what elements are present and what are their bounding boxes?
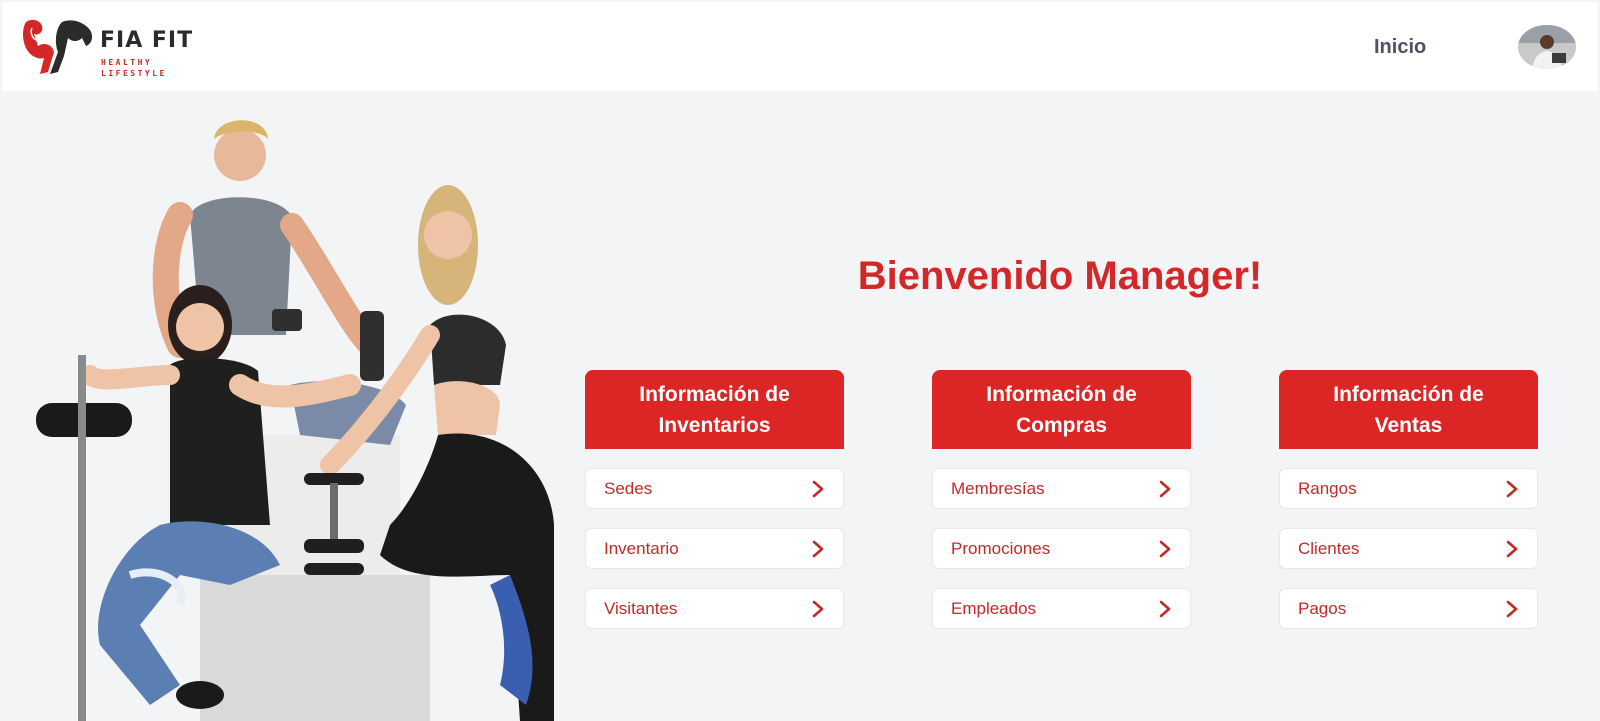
link-label: Empleados <box>951 598 1037 618</box>
brand-tagline-line1: HEALTHY <box>101 58 153 67</box>
brand-tagline: HEALTHY LIFESTYLE <box>101 57 167 79</box>
inventory-info-header: Información de Inventarios <box>585 370 844 449</box>
chevron-right-icon <box>1159 480 1171 497</box>
top-navbar: FIA FIT HEALTHY LIFESTYLE Inicio <box>2 2 1598 91</box>
chevron-right-icon <box>1159 540 1171 557</box>
chevron-right-icon <box>812 480 824 497</box>
welcome-heading: Bienvenido Manager! <box>857 254 1263 298</box>
link-label: Visitantes <box>604 598 678 618</box>
link-promociones[interactable]: Promociones <box>932 528 1191 569</box>
purchases-info-title-line2: Compras <box>1015 414 1108 437</box>
nav-home-link[interactable]: Inicio <box>1374 36 1426 59</box>
chevron-right-icon <box>812 600 824 617</box>
sales-info-card: Información de Ventas Rangos Clientes Pa… <box>1279 370 1538 629</box>
link-label: Pagos <box>1298 598 1347 618</box>
inventory-info-title-line1: Información de <box>639 383 790 406</box>
link-inventario[interactable]: Inventario <box>585 528 844 569</box>
fitness-hero-image <box>36 120 554 721</box>
sales-info-title-line2: Ventas <box>1374 414 1443 437</box>
brand-name: FIA FIT <box>100 28 194 53</box>
chevron-right-icon <box>1506 600 1518 617</box>
sales-info-title-line1: Información de <box>1333 383 1484 406</box>
brand-tagline-line2: LIFESTYLE <box>101 69 167 78</box>
link-sedes[interactable]: Sedes <box>585 468 844 509</box>
link-label: Promociones <box>951 538 1051 558</box>
link-rangos[interactable]: Rangos <box>1279 468 1538 509</box>
link-label: Sedes <box>604 478 653 498</box>
link-clientes[interactable]: Clientes <box>1279 528 1538 569</box>
avatar-photo <box>1518 25 1576 69</box>
flexing-arm-icon <box>23 19 93 75</box>
link-visitantes[interactable]: Visitantes <box>585 588 844 629</box>
brand-logo[interactable]: FIA FIT HEALTHY LIFESTYLE <box>18 16 198 78</box>
link-label: Rangos <box>1298 478 1357 498</box>
inventory-info-card: Información de Inventarios Sedes Inventa… <box>585 370 844 629</box>
link-label: Inventario <box>604 538 679 558</box>
chevron-right-icon <box>812 540 824 557</box>
link-label: Clientes <box>1298 538 1360 558</box>
purchases-info-card: Información de Compras Membresías Promoc… <box>932 370 1191 629</box>
chevron-right-icon <box>1506 540 1518 557</box>
link-empleados[interactable]: Empleados <box>932 588 1191 629</box>
chevron-right-icon <box>1159 600 1171 617</box>
link-label: Membresías <box>951 478 1045 498</box>
link-pagos[interactable]: Pagos <box>1279 588 1538 629</box>
sales-info-header: Información de Ventas <box>1279 370 1538 449</box>
link-membresias[interactable]: Membresías <box>932 468 1191 509</box>
user-avatar[interactable] <box>1518 25 1576 69</box>
chevron-right-icon <box>1506 480 1518 497</box>
purchases-info-header: Información de Compras <box>932 370 1191 449</box>
inventory-info-title-line2: Inventarios <box>658 414 771 437</box>
purchases-info-title-line1: Información de <box>986 383 1137 406</box>
